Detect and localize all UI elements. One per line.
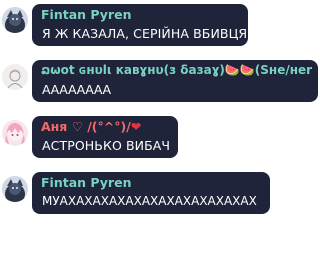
message-bubble: Аня ♡ /(°^°)/❤ АСТРОНЬКО ВИБАЧ (32, 116, 178, 158)
message-bubble: ລωot ɢнυlι кaвɣнυ(з δaзaɣ)🍉🍉(Ѕнe/нer)...… (32, 60, 318, 102)
author-name-text: Аня ♡ /(°^°)/ (41, 119, 131, 134)
message-bubble: Fintan Pyren МУАХАХАХАХАХАХАХАХАХАХАХАХ (32, 172, 270, 214)
message-text: МУАХАХАХАХАХАХАХАХАХАХАХАХ (42, 194, 257, 208)
dark-fox-avatar-icon (2, 176, 28, 202)
dark-fox-avatar-icon (2, 7, 28, 33)
author-name[interactable]: ລωot ɢнυlι кaвɣнυ(з δaзaɣ)🍉🍉(Ѕнe/нer)... (41, 63, 313, 78)
author-name[interactable]: Fintan Pyren (41, 7, 131, 22)
heart-icon: ❤ (130, 119, 142, 134)
pale-sketch-avatar-icon (2, 64, 28, 90)
message-bubble: Fintan Pyren Я Ж КАЗАЛА, СЕРІЙНА ВБИВЦЯ (32, 4, 248, 46)
pink-anime-avatar-icon (2, 120, 28, 146)
message-text: Я Ж КАЗАЛА, СЕРІЙНА ВБИВЦЯ (42, 26, 248, 41)
message-text: АСТРОНЬКО ВИБАЧ (42, 138, 171, 153)
user-avatar[interactable] (2, 7, 28, 33)
user-avatar[interactable] (2, 120, 28, 146)
user-avatar[interactable] (2, 64, 28, 90)
user-avatar[interactable] (2, 176, 28, 202)
message-text: АААААААА (42, 82, 112, 97)
author-name[interactable]: Аня ♡ /(°^°)/❤ (41, 119, 141, 134)
author-name[interactable]: Fintan Pyren (41, 175, 131, 190)
